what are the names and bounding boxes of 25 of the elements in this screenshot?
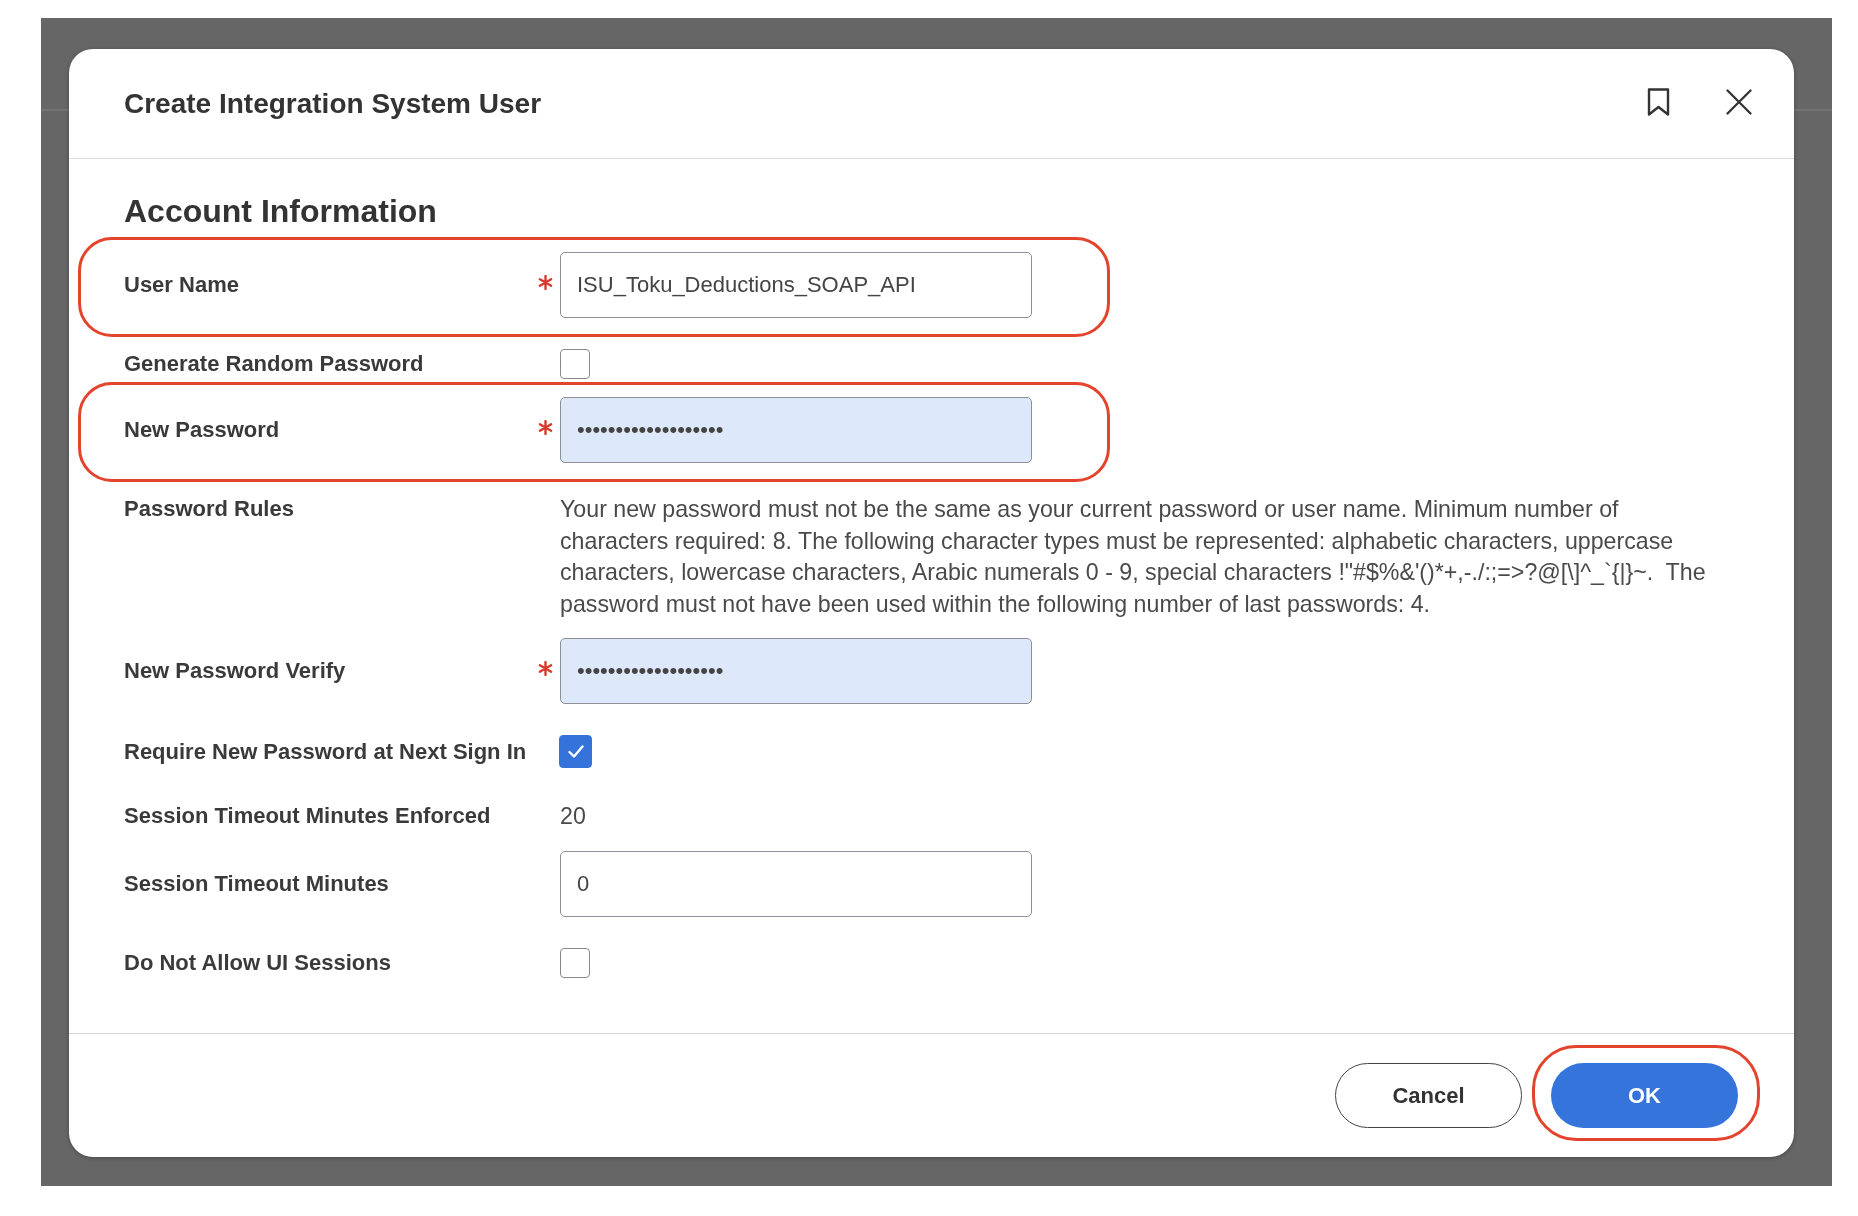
field-label: Require New Password at Next Sign In [124,737,528,766]
field-label: New Password [124,416,281,444]
close-icon[interactable] [1726,89,1752,115]
checkbox[interactable] [559,735,592,768]
input-field[interactable]: ••••••••••••••••••• [560,397,1032,463]
field-label: User Name [124,271,240,299]
input-field[interactable]: 0 [560,850,1032,917]
section-heading: Account Information [124,193,438,229]
checkbox[interactable] [560,947,590,978]
field-label: New Password Verify [124,657,347,685]
checkmark-icon [567,745,584,758]
input-field[interactable]: ISU_Toku_Deductions_SOAP_API [560,252,1032,318]
checkbox[interactable] [560,349,590,379]
field-value: 20 [560,802,587,831]
bookmark-icon[interactable] [1646,88,1671,116]
field-label: Session Timeout Minutes Enforced [124,802,492,830]
input-field[interactable]: ••••••••••••••••••• [560,638,1032,704]
field-label: Generate Random Password [124,350,425,378]
ok-button[interactable]: OK [1551,1063,1738,1128]
cancel-button[interactable]: Cancel [1335,1063,1522,1128]
field-label: Do Not Allow UI Sessions [124,948,392,977]
field-label: Session Timeout Minutes [124,869,390,898]
field-value: Your new password must not be the same as your current password or user name. Minimum number of characters required: 8. The following character types must be represented: alphabetic characters, uppercase characters, lowercase characters, Arabic numerals 0 - 9, special characters !"#$%&'()*+,-./:;=>?@[\]^_`{|}~. The password must not have been used within the following number of last passwords: 4. [560,495,1707,619]
dialog-title: Create Integration System User [124,87,543,120]
field-label: Password Rules [124,495,295,523]
